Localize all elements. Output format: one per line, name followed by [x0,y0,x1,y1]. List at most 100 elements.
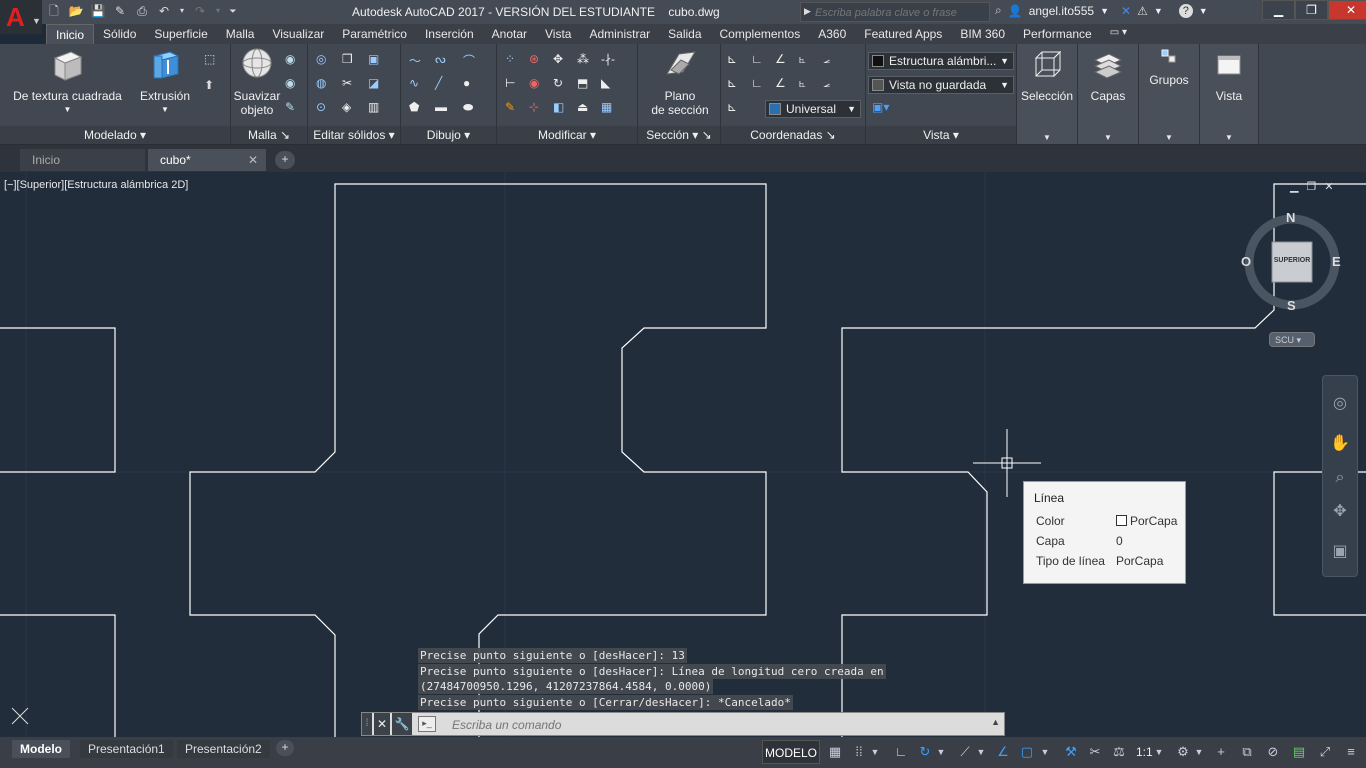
ucs-3point-icon[interactable]: ∠ [775,76,793,94]
ribbon-tab-performance[interactable]: Performance [1014,24,1101,44]
polysolid-icon[interactable]: ⬆ [204,78,222,96]
arc-icon[interactable]: ⌒ [463,52,481,70]
chevron-down-icon[interactable]: ▼ [1078,133,1138,142]
chevron-down-icon[interactable]: ▼ [936,743,946,761]
extrude-button[interactable]: Extrusión ▼ [135,48,195,117]
rect-array-icon[interactable]: ▦ [601,100,619,118]
save-icon[interactable]: 💾 [90,3,106,19]
panel-label-editar-solidos[interactable]: Editar sólidos ▾ [308,126,400,144]
clean-screen-icon[interactable]: ⤢ [1316,743,1334,761]
open-file-icon[interactable]: 📂 [68,3,84,19]
pan-hand-icon[interactable]: ✋ [1330,434,1350,454]
auto-scale-icon[interactable]: ✂ [1086,743,1104,761]
customization-menu-icon[interactable]: ≡ [1342,743,1360,761]
wrench-icon[interactable]: 🔧 [392,713,412,735]
chevron-down-icon[interactable]: ▼ [1139,133,1199,142]
selection-button[interactable]: Selección [1019,48,1075,103]
viewport-config-icon[interactable]: ▣▾ [872,100,890,118]
ribbon-tab-superficie[interactable]: Superficie [145,24,216,44]
layout-tab-presentacion1[interactable]: Presentación1 [80,740,173,758]
scale-icon[interactable]: ⬒ [577,76,595,94]
ucs-world-icon[interactable]: ∟ [751,52,769,70]
help-icon[interactable]: ? [1178,3,1193,18]
3d-align-icon[interactable]: ⊛ [529,52,547,70]
rotate-3d-icon[interactable]: ⊢ [505,76,523,94]
panel-label-seccion[interactable]: Sección ▾ ↘ [638,126,720,144]
mesh-smooth-less-icon[interactable]: ◉ [285,76,303,94]
binoculars-icon[interactable]: ⌕ [995,3,1002,18]
showmotion-icon[interactable]: ▣ [1330,542,1350,562]
viewcube[interactable]: SUPERIOR N S E O [1240,210,1345,315]
smooth-object-button[interactable]: Suavizar objeto [233,48,281,117]
array-icon[interactable]: ⁘ [505,52,523,70]
panel-label-malla[interactable]: Malla ↘ [231,126,307,144]
add-layout-icon[interactable]: + [276,740,294,756]
expand-arrow-icon[interactable]: ▶ [804,6,811,17]
history-up-icon[interactable]: ▲ [991,717,1000,727]
file-tab-cubo[interactable]: cubo* ✕ [148,149,266,171]
exchange-apps-icon[interactable]: ✕ [1121,4,1131,18]
command-input[interactable] [450,715,974,735]
ucs-z-icon[interactable]: ⦟ [823,52,841,70]
keyword-search-input[interactable] [813,4,987,22]
chevron-down-icon[interactable]: ▼ [1154,743,1164,761]
ribbon-tab-inicio[interactable]: Inicio [46,24,95,45]
chevron-down-icon[interactable]: ▼ [1100,6,1109,16]
orbit-icon[interactable]: ✥ [1330,502,1350,522]
mesh-smooth-more-icon[interactable]: ◉ [285,52,303,70]
new-file-icon[interactable]: 🗋 [46,3,62,19]
mesh-refine-icon[interactable]: ✎ [285,100,303,118]
ribbon-tab-vista[interactable]: Vista [536,24,580,44]
undo-icon[interactable]: ↶ [156,3,172,19]
box-texture-button[interactable]: De textura cuadrada ▼ [10,48,125,117]
rotate-icon[interactable]: ↻ [553,76,571,94]
customize-qat-icon[interactable]: ⏷ [228,3,238,19]
ucs-view-icon[interactable]: ∟ [751,76,769,94]
panel-label-dibujo[interactable]: Dibujo ▾ [401,126,496,144]
ribbon-tab-solido[interactable]: Sólido [94,24,145,44]
user-icon[interactable]: 👤 [1008,4,1023,18]
polar-tracking-icon[interactable]: ↻ [916,743,934,761]
ucs-y-icon[interactable]: ⦜ [799,52,817,70]
model-space-button[interactable]: MODELO [762,740,820,764]
slice-icon[interactable]: ✂ [342,76,360,94]
named-view-dropdown[interactable]: Vista no guardada ▼ [868,76,1014,94]
ribbon-minimize-icon[interactable]: ▭ ▾ [1101,24,1136,44]
ribbon-tab-insercion[interactable]: Inserción [416,24,483,44]
panel-seleccion[interactable]: Selección ▼ [1017,44,1078,144]
compass-south[interactable]: S [1287,298,1296,313]
ucs-menu-button[interactable]: SCU ▾ [1269,332,1315,347]
union-icon[interactable]: ◎ [316,52,334,70]
panel-capas[interactable]: Capas ▼ [1078,44,1139,144]
circle-icon[interactable]: ● [463,76,481,94]
grip-handle-icon[interactable]: ⁞ [362,713,372,735]
ribbon-tab-salida[interactable]: Salida [659,24,710,44]
ucs-x-icon[interactable]: ∠ [775,52,793,70]
grid-icon[interactable]: ▦ [826,743,844,761]
copy-icon[interactable]: ⁂ [577,52,595,70]
thicken-icon[interactable]: ◈ [342,100,360,118]
panel-grupos[interactable]: Grupos ▼ [1139,44,1200,144]
isodraft-icon[interactable]: ⟋ [956,743,974,761]
section-plane-button[interactable]: Plano de sección [642,48,718,117]
isolate-objects-icon[interactable]: ⧉ [1238,743,1256,761]
redo-dropdown-icon[interactable]: ▾ [214,3,222,19]
compass-east[interactable]: E [1332,254,1341,269]
chevron-down-icon[interactable]: ▼ [976,743,986,761]
viewport-controls-label[interactable]: [−][Superior][Estructura alámbrica 2D] [4,179,188,191]
save-as-icon[interactable]: ✎ [112,3,128,19]
visual-style-dropdown[interactable]: Estructura alámbri... ▼ [868,52,1014,70]
3d-mirror-icon[interactable]: ◉ [529,76,547,94]
viewcube-face-top[interactable]: SUPERIOR [1272,257,1312,264]
ribbon-tab-complementos[interactable]: Complementos [711,24,810,44]
ortho-icon[interactable]: ∟ [892,743,910,761]
ucs-object-icon[interactable]: ⦜ [799,76,817,94]
new-tab-icon[interactable]: + [275,151,295,169]
print-icon[interactable]: ⎙ [134,3,150,19]
ucs-icon[interactable]: ⊾ [727,52,745,70]
minimize-icon[interactable]: ▁ [1262,0,1295,20]
shell-icon[interactable]: ▥ [368,100,386,118]
steering-wheel-icon[interactable]: ◎ [1330,394,1350,414]
extrude-faces-icon[interactable]: ▣ [368,52,386,70]
offset-icon[interactable]: ⏏ [577,100,595,118]
